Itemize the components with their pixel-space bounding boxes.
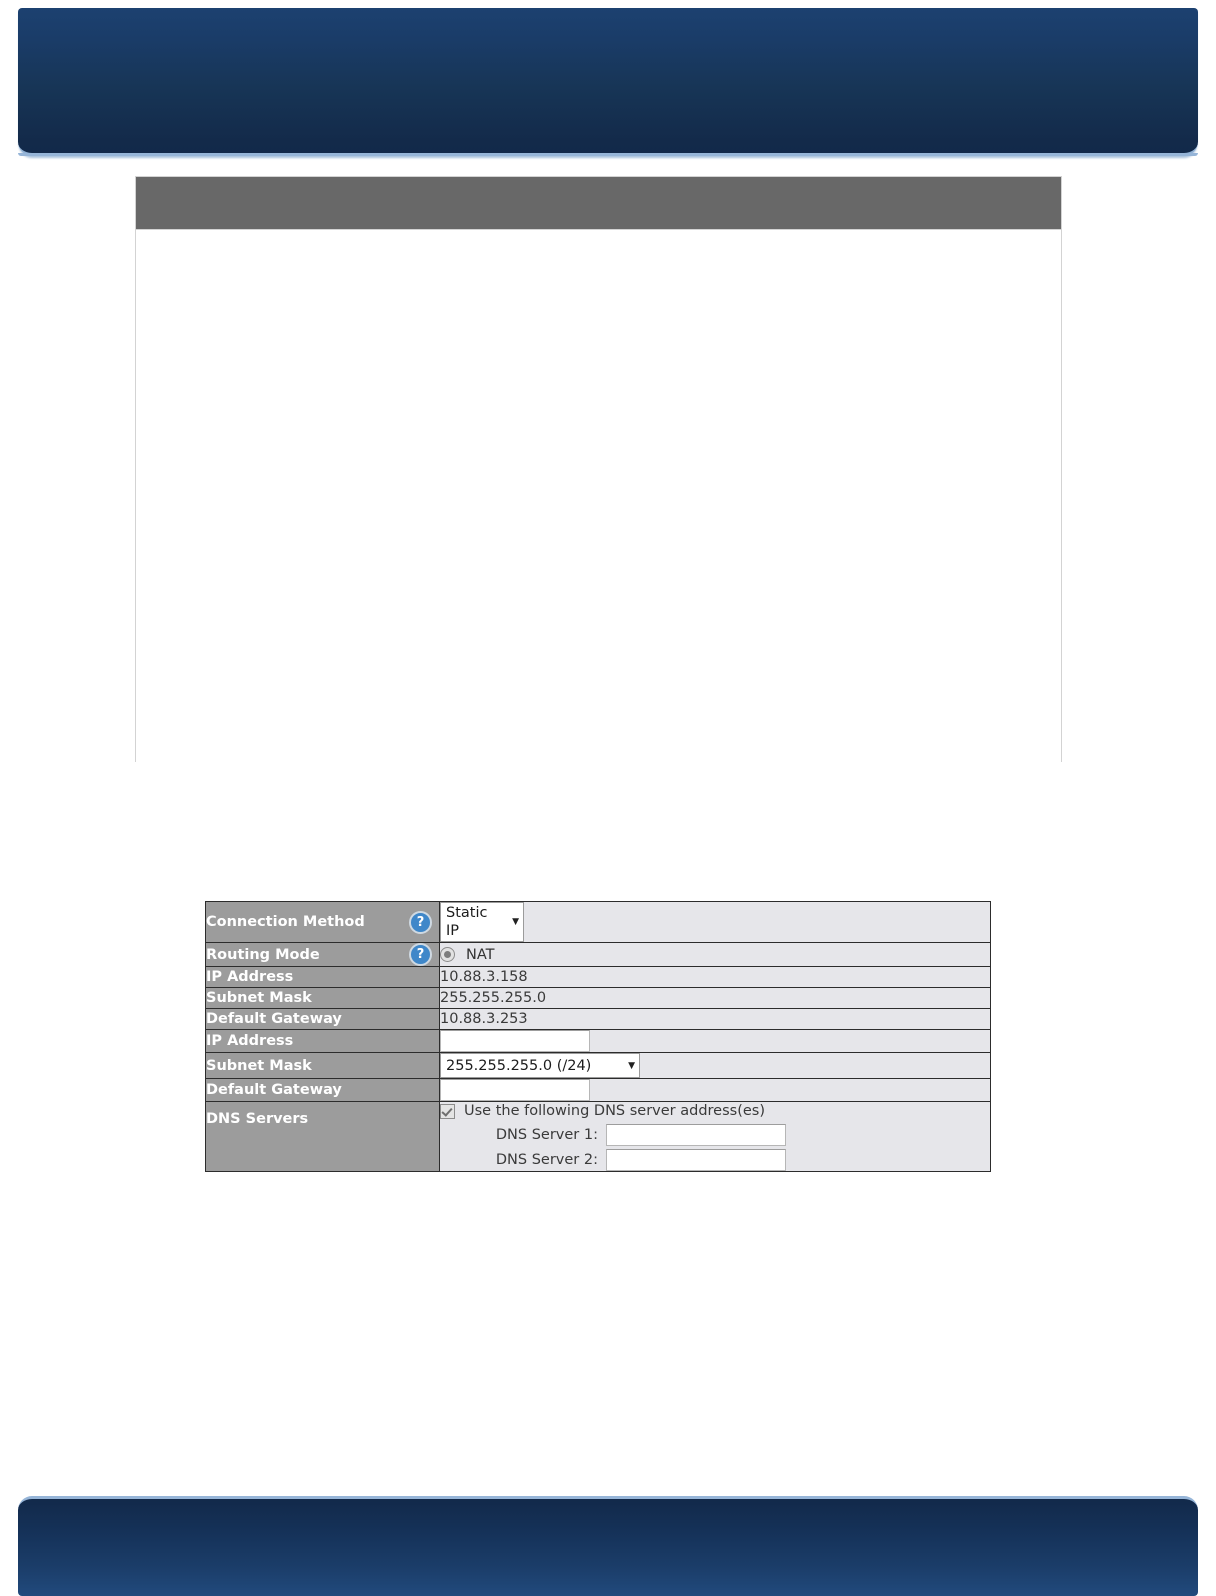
- help-icon[interactable]: ?: [409, 910, 432, 934]
- row-value-current-ip-address: 10.88.3.158: [439, 966, 991, 988]
- row-label-current-subnet-mask: Subnet Mask: [205, 987, 440, 1009]
- table-row: Subnet Mask 255.255.255.0: [205, 987, 991, 1009]
- table-row: DNS Servers Use the following DNS server…: [205, 1101, 991, 1172]
- ip-address-input[interactable]: [440, 1030, 590, 1052]
- radio-nat[interactable]: [440, 947, 455, 962]
- row-label-subnet-mask: Subnet Mask: [205, 1052, 440, 1079]
- row-value-subnet-mask: 255.255.255.0 (/24) ▼: [439, 1052, 991, 1079]
- dns-use-following-checkbox[interactable]: [440, 1103, 455, 1119]
- dns-server-2-row: DNS Server 2:: [440, 1146, 990, 1171]
- routing-mode-radio-group[interactable]: NAT: [440, 945, 990, 965]
- help-icon[interactable]: ?: [409, 943, 432, 966]
- row-value-current-default-gateway: 10.88.3.253: [439, 1008, 991, 1030]
- row-value-default-gateway: [439, 1078, 991, 1102]
- label-text: Default Gateway: [206, 1082, 342, 1098]
- row-label-current-ip-address: IP Address: [205, 966, 440, 988]
- network-settings-table: Connection Method ? Static IP ▼ Routing …: [205, 901, 991, 1172]
- table-row: IP Address 10.88.3.158: [205, 966, 991, 988]
- row-label-current-default-gateway: Default Gateway: [205, 1008, 440, 1030]
- table-row: Routing Mode ? NAT: [205, 942, 991, 967]
- label-text: DNS Servers: [206, 1111, 309, 1127]
- table-row: IP Address: [205, 1029, 991, 1053]
- table-row: Connection Method ? Static IP ▼: [205, 901, 991, 943]
- chevron-down-icon: ▼: [628, 1060, 635, 1071]
- panel-header-bar: [136, 177, 1061, 230]
- label-text: Default Gateway: [206, 1011, 342, 1027]
- label-text: Subnet Mask: [206, 990, 312, 1006]
- connection-method-value: Static IP: [446, 905, 488, 939]
- label-text: IP Address: [206, 1033, 294, 1049]
- dns-server-2-input[interactable]: [606, 1149, 786, 1171]
- row-label-routing-mode: Routing Mode ?: [205, 942, 440, 967]
- dns-server-1-row: DNS Server 1:: [440, 1121, 990, 1146]
- radio-nat-label: NAT: [466, 946, 495, 963]
- table-row: Default Gateway 10.88.3.253: [205, 1008, 991, 1030]
- subnet-mask-value: 255.255.255.0 (/24): [446, 1057, 592, 1074]
- content-panel: [135, 176, 1062, 762]
- subnet-mask-select[interactable]: 255.255.255.0 (/24) ▼: [440, 1053, 640, 1078]
- dns-server-1-input[interactable]: [606, 1124, 786, 1146]
- dns-use-following-checkbox-row[interactable]: Use the following DNS server address(es): [440, 1102, 990, 1121]
- label-text: Connection Method: [206, 914, 365, 930]
- row-value-dns-servers: Use the following DNS server address(es)…: [439, 1101, 991, 1172]
- chevron-down-icon: ▼: [512, 917, 519, 927]
- dns-use-following-label: Use the following DNS server address(es): [464, 1103, 765, 1119]
- label-text: Routing Mode: [206, 946, 320, 963]
- row-value-ip-address: [439, 1029, 991, 1053]
- table-row: Default Gateway: [205, 1078, 991, 1102]
- connection-method-select[interactable]: Static IP ▼: [440, 902, 524, 942]
- row-label-connection-method: Connection Method ?: [205, 901, 440, 943]
- row-value-connection-method: Static IP ▼: [439, 901, 991, 943]
- default-gateway-input[interactable]: [440, 1079, 590, 1101]
- row-value-routing-mode: NAT: [439, 942, 991, 967]
- dns-server-2-label: DNS Server 2:: [495, 1152, 598, 1168]
- dns-server-1-label: DNS Server 1:: [495, 1127, 598, 1143]
- label-text: IP Address: [206, 969, 294, 985]
- row-label-ip-address: IP Address: [205, 1029, 440, 1053]
- panel-body: [136, 230, 1061, 762]
- row-label-dns-servers: DNS Servers: [205, 1101, 440, 1172]
- row-value-current-subnet-mask: 255.255.255.0: [439, 987, 991, 1009]
- label-text: Subnet Mask: [206, 1057, 312, 1074]
- row-label-default-gateway: Default Gateway: [205, 1078, 440, 1102]
- footer-banner: [18, 1496, 1198, 1596]
- table-row: Subnet Mask 255.255.255.0 (/24) ▼: [205, 1052, 991, 1079]
- header-banner: [18, 8, 1198, 156]
